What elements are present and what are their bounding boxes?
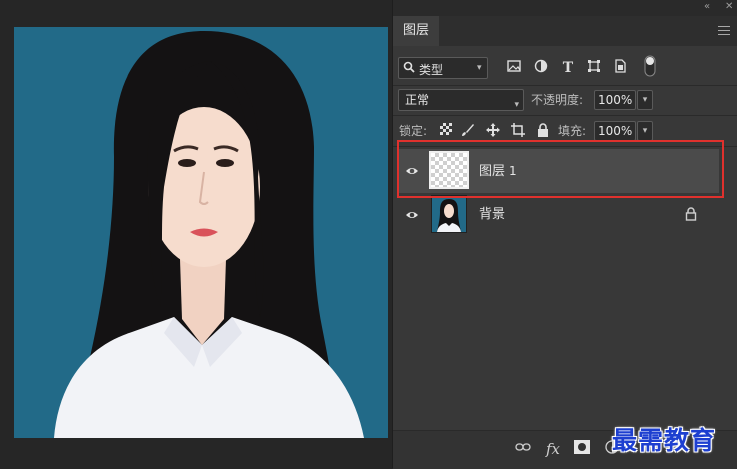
layer-style-fx-icon[interactable]: fx: [544, 440, 562, 458]
layer-name-text[interactable]: 背景: [479, 193, 505, 237]
blend-row: 正常 ▾ 不透明度: 100% ▾: [393, 89, 737, 111]
lock-all-icon[interactable]: [535, 123, 551, 139]
divider: [393, 115, 737, 116]
lock-icon[interactable]: [685, 206, 699, 222]
image-filter-icon[interactable]: [505, 59, 523, 77]
blend-mode-value: 正常: [405, 93, 430, 107]
link-layers-icon[interactable]: [514, 440, 532, 458]
search-icon: [403, 61, 415, 76]
panel-top-strip: « ✕: [393, 0, 737, 16]
layer-row-background[interactable]: 背景: [397, 193, 719, 237]
layers-panel: « ✕ 图层 类型 ▾ T 正常 ▾ 不透明度: 100% ▾ 锁定: 填充: …: [392, 0, 737, 469]
adjustment-filter-icon[interactable]: [532, 59, 550, 77]
add-mask-icon[interactable]: [573, 440, 591, 458]
filter-kind-label: 类型: [419, 63, 444, 77]
lock-position-icon[interactable]: [485, 123, 501, 139]
fill-slider-toggle[interactable]: ▾: [637, 121, 653, 141]
document-canvas[interactable]: [0, 0, 392, 468]
smart-object-filter-icon[interactable]: [611, 59, 629, 77]
eye-visibility-icon[interactable]: [405, 207, 419, 221]
chevron-down-icon: ▾: [477, 63, 482, 73]
tab-layers[interactable]: 图层: [393, 16, 439, 46]
type-filter-icon[interactable]: T: [559, 59, 577, 77]
opacity-input[interactable]: 100%: [594, 90, 636, 110]
divider: [393, 85, 737, 86]
portrait-photo: [14, 27, 388, 438]
lock-transparent-pixels-icon[interactable]: [438, 123, 454, 139]
shape-filter-icon[interactable]: [585, 59, 603, 77]
chevron-down-icon: ▾: [514, 100, 519, 110]
filter-kind-dropdown[interactable]: 类型 ▾: [398, 57, 488, 79]
fill-input[interactable]: 100%: [594, 121, 636, 141]
opacity-label: 不透明度:: [531, 93, 584, 107]
layer-thumbnail-photo: [431, 195, 467, 233]
filter-row: 类型 ▾ T: [393, 55, 737, 81]
lock-image-pixels-icon[interactable]: [460, 123, 476, 139]
panel-menu-icon[interactable]: [718, 26, 730, 36]
filter-toggle-icon[interactable]: [641, 55, 659, 77]
collapse-panel-icon[interactable]: «: [704, 1, 710, 13]
close-panel-icon[interactable]: ✕: [725, 1, 733, 13]
lock-label: 锁定:: [399, 124, 428, 138]
fill-label: 填充:: [558, 124, 587, 138]
lock-artboard-icon[interactable]: [510, 123, 526, 139]
blend-mode-dropdown[interactable]: 正常 ▾: [398, 89, 524, 111]
watermark-text: 最需教育: [612, 426, 717, 455]
highlight-box: [397, 140, 724, 198]
panel-tab-bar: 图层: [393, 16, 737, 46]
lock-row: 锁定: 填充: 100% ▾: [393, 120, 737, 142]
opacity-slider-toggle[interactable]: ▾: [637, 90, 653, 110]
